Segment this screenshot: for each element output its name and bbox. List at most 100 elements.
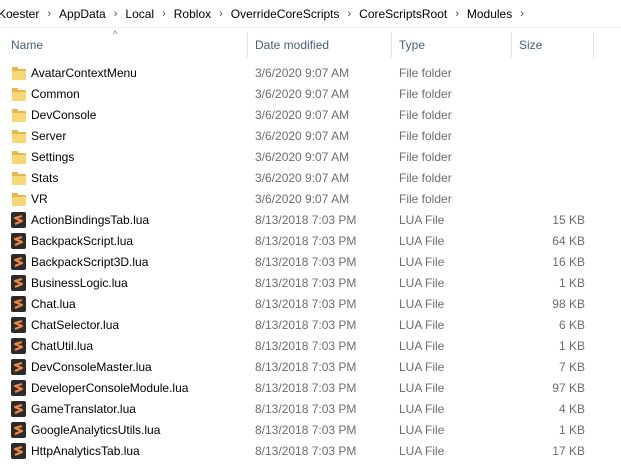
breadcrumb-item-overridecorescripts[interactable]: OverrideCoreScripts: [229, 7, 342, 21]
file-name: Chat.lua: [31, 297, 76, 311]
file-row[interactable]: ActionBindingsTab.lua 8/13/2018 7:03 PM LU…: [0, 210, 621, 231]
file-type: LUA File: [399, 255, 445, 269]
folder-icon: [12, 193, 26, 206]
file-row[interactable]: HttpAnalyticsTab.lua 8/13/2018 7:03 PM LUA…: [0, 441, 621, 462]
file-date-modified: 3/6/2020 9:07 AM: [255, 150, 350, 164]
file-row[interactable]: BackpackScript3D.lua 8/13/2018 7:03 PM LUA…: [0, 252, 621, 273]
lua-file-icon: [11, 401, 26, 417]
file-type: File folder: [399, 171, 452, 185]
breadcrumb-item-local[interactable]: Local: [123, 7, 156, 21]
file-type: LUA File: [399, 360, 445, 374]
file-date-modified: 8/13/2018 7:03 PM: [255, 213, 357, 227]
file-type: LUA File: [399, 381, 445, 395]
file-row[interactable]: GoogleAnalyticsUtils.lua 8/13/2018 7:03 P…: [0, 420, 621, 441]
lua-file-icon: [11, 380, 26, 396]
folder-icon: [12, 88, 26, 101]
file-type: LUA File: [399, 213, 445, 227]
file-row[interactable]: Chat.lua 8/13/2018 7:03 PM LUA File 98 KB: [0, 294, 621, 315]
file-type: LUA File: [399, 423, 445, 437]
file-row[interactable]: ChatSelector.lua 8/13/2018 7:03 PM LUA Fil…: [0, 315, 621, 336]
lua-file-icon: [11, 254, 26, 270]
file-row[interactable]: DevConsoleMaster.lua 8/13/2018 7:03 PM LUA…: [0, 357, 621, 378]
file-date-modified: 8/13/2018 7:03 PM: [255, 339, 357, 353]
file-name: VR: [31, 192, 48, 206]
breadcrumb-item-koester[interactable]: Koester: [0, 7, 41, 21]
file-row[interactable]: Stats 3/6/2020 9:07 AM File folder: [0, 168, 621, 189]
column-header-name[interactable]: Name: [11, 38, 43, 52]
file-size: 97 KB: [552, 381, 585, 395]
column-divider[interactable]: [247, 32, 248, 58]
file-date-modified: 3/6/2020 9:07 AM: [255, 66, 350, 80]
file-name: BusinessLogic.lua: [31, 276, 128, 290]
file-date-modified: 8/13/2018 7:03 PM: [255, 381, 357, 395]
file-date-modified: 3/6/2020 9:07 AM: [255, 192, 350, 206]
file-size: 1 KB: [558, 339, 585, 353]
file-row[interactable]: BackpackScript.lua 8/13/2018 7:03 PM LUA F…: [0, 231, 621, 252]
breadcrumb-chevron-icon[interactable]: ›: [342, 8, 358, 20]
file-size: 17 KB: [552, 444, 585, 458]
file-row[interactable]: Server 3/6/2020 9:07 AM File folder: [0, 126, 621, 147]
file-type: File folder: [399, 66, 452, 80]
lua-file-icon: [11, 212, 26, 228]
breadcrumb-chevron-icon[interactable]: ›: [449, 8, 465, 20]
file-size: 6 KB: [558, 318, 585, 332]
file-name: Server: [31, 129, 67, 143]
file-list: AvatarContextMenu 3/6/2020 9:07 AM File fo…: [0, 63, 621, 462]
breadcrumb-item-corescriptsroot[interactable]: CoreScriptsRoot: [357, 7, 449, 21]
file-row[interactable]: GameTranslator.lua 8/13/2018 7:03 PM LUA F…: [0, 399, 621, 420]
lua-file-icon: [11, 275, 26, 291]
file-date-modified: 3/6/2020 9:07 AM: [255, 171, 350, 185]
lua-file-icon: [11, 422, 26, 438]
file-date-modified: 3/6/2020 9:07 AM: [255, 108, 350, 122]
breadcrumb-chevron-icon[interactable]: ›: [213, 8, 229, 20]
breadcrumb-item-roblox[interactable]: Roblox: [172, 7, 213, 21]
file-type: File folder: [399, 108, 452, 122]
file-name: DeveloperConsoleModule.lua: [31, 381, 189, 395]
file-size: 4 KB: [558, 402, 585, 416]
breadcrumb-chevron-icon[interactable]: ›: [514, 8, 530, 20]
column-header-date-modified[interactable]: Date modified: [255, 38, 329, 52]
file-type: LUA File: [399, 339, 445, 353]
sort-ascending-icon: ^: [113, 29, 118, 39]
file-row[interactable]: Settings 3/6/2020 9:07 AM File folder: [0, 147, 621, 168]
file-row[interactable]: DevConsole 3/6/2020 9:07 AM File folder: [0, 105, 621, 126]
folder-icon: [12, 109, 26, 122]
file-date-modified: 3/6/2020 9:07 AM: [255, 87, 350, 101]
column-divider[interactable]: [391, 32, 392, 58]
file-date-modified: 8/13/2018 7:03 PM: [255, 255, 357, 269]
file-name: AvatarContextMenu: [31, 66, 137, 80]
file-type: LUA File: [399, 234, 445, 248]
file-name: Settings: [31, 150, 75, 164]
column-header-type[interactable]: Type: [399, 38, 425, 52]
file-name: GoogleAnalyticsUtils.lua: [31, 423, 161, 437]
file-row[interactable]: Common 3/6/2020 9:07 AM File folder: [0, 84, 621, 105]
lua-file-icon: [11, 317, 26, 333]
file-type: LUA File: [399, 276, 445, 290]
file-row[interactable]: VR 3/6/2020 9:07 AM File folder: [0, 189, 621, 210]
lua-file-icon: [11, 338, 26, 354]
file-type: File folder: [399, 150, 452, 164]
column-header-size[interactable]: Size: [519, 38, 542, 52]
breadcrumb-chevron-icon[interactable]: ›: [41, 8, 57, 20]
file-row[interactable]: DeveloperConsoleModule.lua 8/13/2018 7:03…: [0, 378, 621, 399]
folder-icon: [12, 130, 26, 143]
breadcrumb-item-modules[interactable]: Modules: [465, 7, 514, 21]
column-divider[interactable]: [593, 32, 594, 58]
file-name: DevConsole: [31, 108, 97, 122]
file-date-modified: 8/13/2018 7:03 PM: [255, 423, 357, 437]
column-header-row: ^ Name Date modified Type Size: [0, 28, 621, 61]
file-type: LUA File: [399, 318, 445, 332]
file-date-modified: 8/13/2018 7:03 PM: [255, 444, 357, 458]
breadcrumb-item-appdata[interactable]: AppData: [57, 7, 108, 21]
file-row[interactable]: BusinessLogic.lua 8/13/2018 7:03 PM LUA Fi…: [0, 273, 621, 294]
lua-file-icon: [11, 443, 26, 459]
breadcrumb-chevron-icon[interactable]: ›: [108, 8, 124, 20]
breadcrumb-chevron-icon[interactable]: ›: [156, 8, 172, 20]
file-type: LUA File: [399, 297, 445, 311]
column-divider[interactable]: [511, 32, 512, 58]
file-size: 1 KB: [558, 423, 585, 437]
file-row[interactable]: AvatarContextMenu 3/6/2020 9:07 AM File fo…: [0, 63, 621, 84]
file-size: 1 KB: [558, 276, 585, 290]
file-row[interactable]: ChatUtil.lua 8/13/2018 7:03 PM LUA File 1 K…: [0, 336, 621, 357]
file-size: 64 KB: [552, 234, 585, 248]
